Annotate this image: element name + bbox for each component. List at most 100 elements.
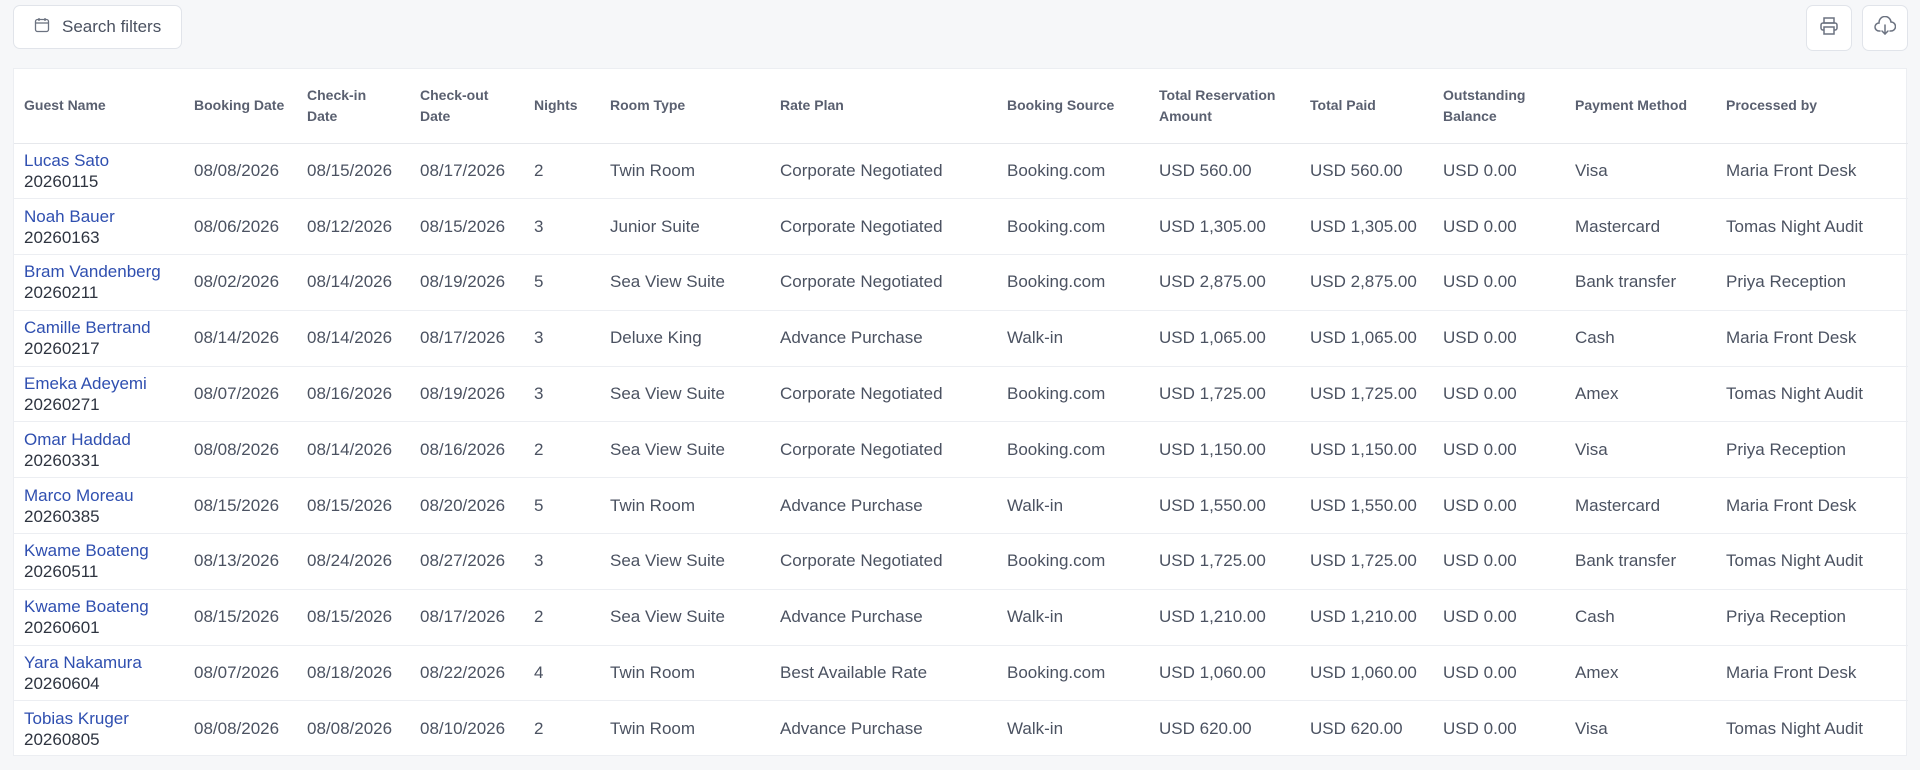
check-out-date-cell: 08/20/2026 (420, 495, 506, 515)
search-filters-label: Search filters (62, 17, 162, 36)
total-reservation-amount-cell: USD 1,725.00 (1159, 384, 1266, 404)
download-button[interactable] (1862, 5, 1908, 51)
column-header-room-type[interactable]: Room Type (600, 69, 770, 144)
reservation-id: 20260511 (24, 562, 99, 582)
reservation-id: 20260163 (24, 227, 100, 247)
table-row[interactable]: Yara Nakamura 20260604 08/07/2026 08/18/202… (14, 645, 1908, 701)
guest-name-cell: Kwame Boateng 20260601 (14, 589, 184, 645)
table-row[interactable]: Lucas Sato 20260115 08/08/2026 08/15/2026 08… (14, 143, 1908, 199)
check-out-date-cell: 08/27/2026 (420, 551, 506, 571)
table-header-row: Guest Name Booking Date Check-in Date Ch… (14, 69, 1908, 144)
column-header-total-reservation-amount[interactable]: Total Reservation Amount (1149, 69, 1300, 144)
check-out-date-cell: 08/15/2026 (420, 216, 506, 236)
booking-date-cell: 08/07/2026 (194, 663, 280, 683)
table-row[interactable]: Noah Bauer 20260163 08/06/2026 08/12/2026 08… (14, 199, 1908, 255)
column-header-payment-method[interactable]: Payment Method (1565, 69, 1716, 144)
column-header-booking-date[interactable]: Booking Date (184, 69, 297, 144)
payment-method-cell: Cash (1575, 328, 1615, 348)
nights-cell: 3 (534, 384, 544, 404)
guest-name-link[interactable]: Noah Bauer (24, 206, 174, 227)
reservation-id: 20260115 (24, 171, 99, 191)
table-row[interactable]: Kwame Boateng 20260601 08/15/2026 08/15/202… (14, 589, 1908, 646)
guest-name-link[interactable]: Lucas Sato (24, 150, 174, 171)
rate-plan-cell: Corporate Negotiated (780, 272, 943, 292)
table-row[interactable]: Kwame Boateng 20260511 08/13/2026 08/24/202… (14, 534, 1908, 590)
booking-source-cell: Booking.com (1007, 439, 1106, 459)
print-button[interactable] (1806, 5, 1852, 51)
booking-date-cell: 08/15/2026 (194, 495, 280, 515)
check-out-date-cell: 08/19/2026 (420, 384, 506, 404)
nights-cell: 3 (534, 551, 544, 571)
guest-name-cell: Tobias Kruger 20260805 (14, 701, 184, 757)
outstanding-balance-cell: USD 0.00 (1443, 160, 1517, 180)
column-header-check-out-date[interactable]: Check-out Date (410, 69, 524, 144)
table-row[interactable]: Tobias Kruger 20260805 08/08/2026 08/08/202… (14, 701, 1908, 757)
room-type-cell: Twin Room (610, 160, 696, 180)
guest-name-link[interactable]: Tobias Kruger (24, 708, 174, 729)
room-type-cell: Deluxe King (610, 328, 702, 348)
check-in-date-cell: 08/14/2026 (307, 439, 393, 459)
nights-cell: 5 (534, 495, 544, 515)
check-out-date-cell: 08/10/2026 (420, 719, 506, 739)
processed-by-cell: Priya Reception (1726, 607, 1847, 627)
guest-name-link[interactable]: Emeka Adeyemi (24, 373, 174, 394)
processed-by-cell: Priya Reception (1726, 439, 1847, 459)
total-paid-cell: USD 1,305.00 (1310, 216, 1417, 236)
table-row[interactable]: Emeka Adeyemi 20260271 08/07/2026 08/16/202… (14, 366, 1908, 422)
reservation-id: 20260271 (24, 395, 100, 415)
booking-source-cell: Walk-in (1007, 719, 1064, 739)
reservation-id: 20260385 (24, 506, 100, 526)
total-reservation-amount-cell: USD 1,060.00 (1159, 663, 1266, 683)
processed-by-cell: Tomas Night Audit (1726, 719, 1864, 739)
booking-date-cell: 08/08/2026 (194, 719, 280, 739)
guest-name-link[interactable]: Bram Vandenberg (24, 261, 174, 282)
check-out-date-cell: 08/17/2026 (420, 607, 506, 627)
total-reservation-amount-cell: USD 1,065.00 (1159, 328, 1266, 348)
table-row[interactable]: Marco Moreau 20260385 08/15/2026 08/15/2026… (14, 478, 1908, 534)
booking-date-cell: 08/06/2026 (194, 216, 280, 236)
guest-name-link[interactable]: Kwame Boateng (24, 540, 174, 561)
guest-name-link[interactable]: Yara Nakamura (24, 652, 174, 673)
total-paid-cell: USD 1,210.00 (1310, 607, 1417, 627)
nights-cell: 2 (534, 719, 544, 739)
guest-name-link[interactable]: Omar Haddad (24, 429, 174, 450)
table-row[interactable]: Omar Haddad 20260331 08/08/2026 08/14/2026 0… (14, 422, 1908, 478)
total-paid-cell: USD 620.00 (1310, 719, 1403, 739)
payment-method-cell: Visa (1575, 160, 1608, 180)
check-in-date-cell: 08/24/2026 (307, 551, 393, 571)
column-header-total-paid[interactable]: Total Paid (1300, 69, 1433, 144)
cloud-download-icon (1874, 15, 1897, 41)
outstanding-balance-cell: USD 0.00 (1443, 216, 1517, 236)
guest-name-link[interactable]: Kwame Boateng (24, 596, 174, 617)
check-out-date-cell: 08/17/2026 (420, 160, 506, 180)
table-row[interactable]: Bram Vandenberg 20260211 08/02/2026 08/14/2… (14, 255, 1908, 311)
table-row[interactable]: Camille Bertrand 20260217 08/14/2026 08/14/… (14, 310, 1908, 367)
booking-source-cell: Walk-in (1007, 328, 1064, 348)
column-header-rate-plan[interactable]: Rate Plan (770, 69, 997, 144)
guest-name-link[interactable]: Camille Bertrand (24, 317, 174, 338)
total-reservation-amount-cell: USD 620.00 (1159, 719, 1252, 739)
column-header-booking-source[interactable]: Booking Source (997, 69, 1149, 144)
booking-source-cell: Booking.com (1007, 384, 1106, 404)
booking-date-cell: 08/07/2026 (194, 384, 280, 404)
check-in-date-cell: 08/18/2026 (307, 663, 393, 683)
check-out-date-cell: 08/22/2026 (420, 663, 506, 683)
reservations-table: Guest Name Booking Date Check-in Date Ch… (13, 68, 1908, 757)
check-in-date-cell: 08/12/2026 (307, 216, 393, 236)
outstanding-balance-cell: USD 0.00 (1443, 328, 1517, 348)
column-header-processed-by[interactable]: Processed by (1716, 69, 1908, 144)
reservation-id: 20260601 (24, 618, 100, 638)
table-body: Lucas Sato 20260115 08/08/2026 08/15/2026 08… (14, 143, 1908, 757)
check-in-date-cell: 08/14/2026 (307, 328, 393, 348)
guest-name-cell: Lucas Sato 20260115 (14, 143, 184, 199)
search-filters-button[interactable]: Search filters (13, 5, 182, 49)
total-paid-cell: USD 1,550.00 (1310, 495, 1417, 515)
guest-name-link[interactable]: Marco Moreau (24, 485, 174, 506)
column-header-check-in-date[interactable]: Check-in Date (297, 69, 410, 144)
column-header-outstanding-balance[interactable]: Outstanding Balance (1433, 69, 1565, 144)
room-type-cell: Sea View Suite (610, 439, 725, 459)
column-header-guest-name[interactable]: Guest Name (14, 69, 184, 144)
column-header-nights[interactable]: Nights (524, 69, 600, 144)
booking-source-cell: Booking.com (1007, 663, 1106, 683)
booking-source-cell: Walk-in (1007, 495, 1064, 515)
